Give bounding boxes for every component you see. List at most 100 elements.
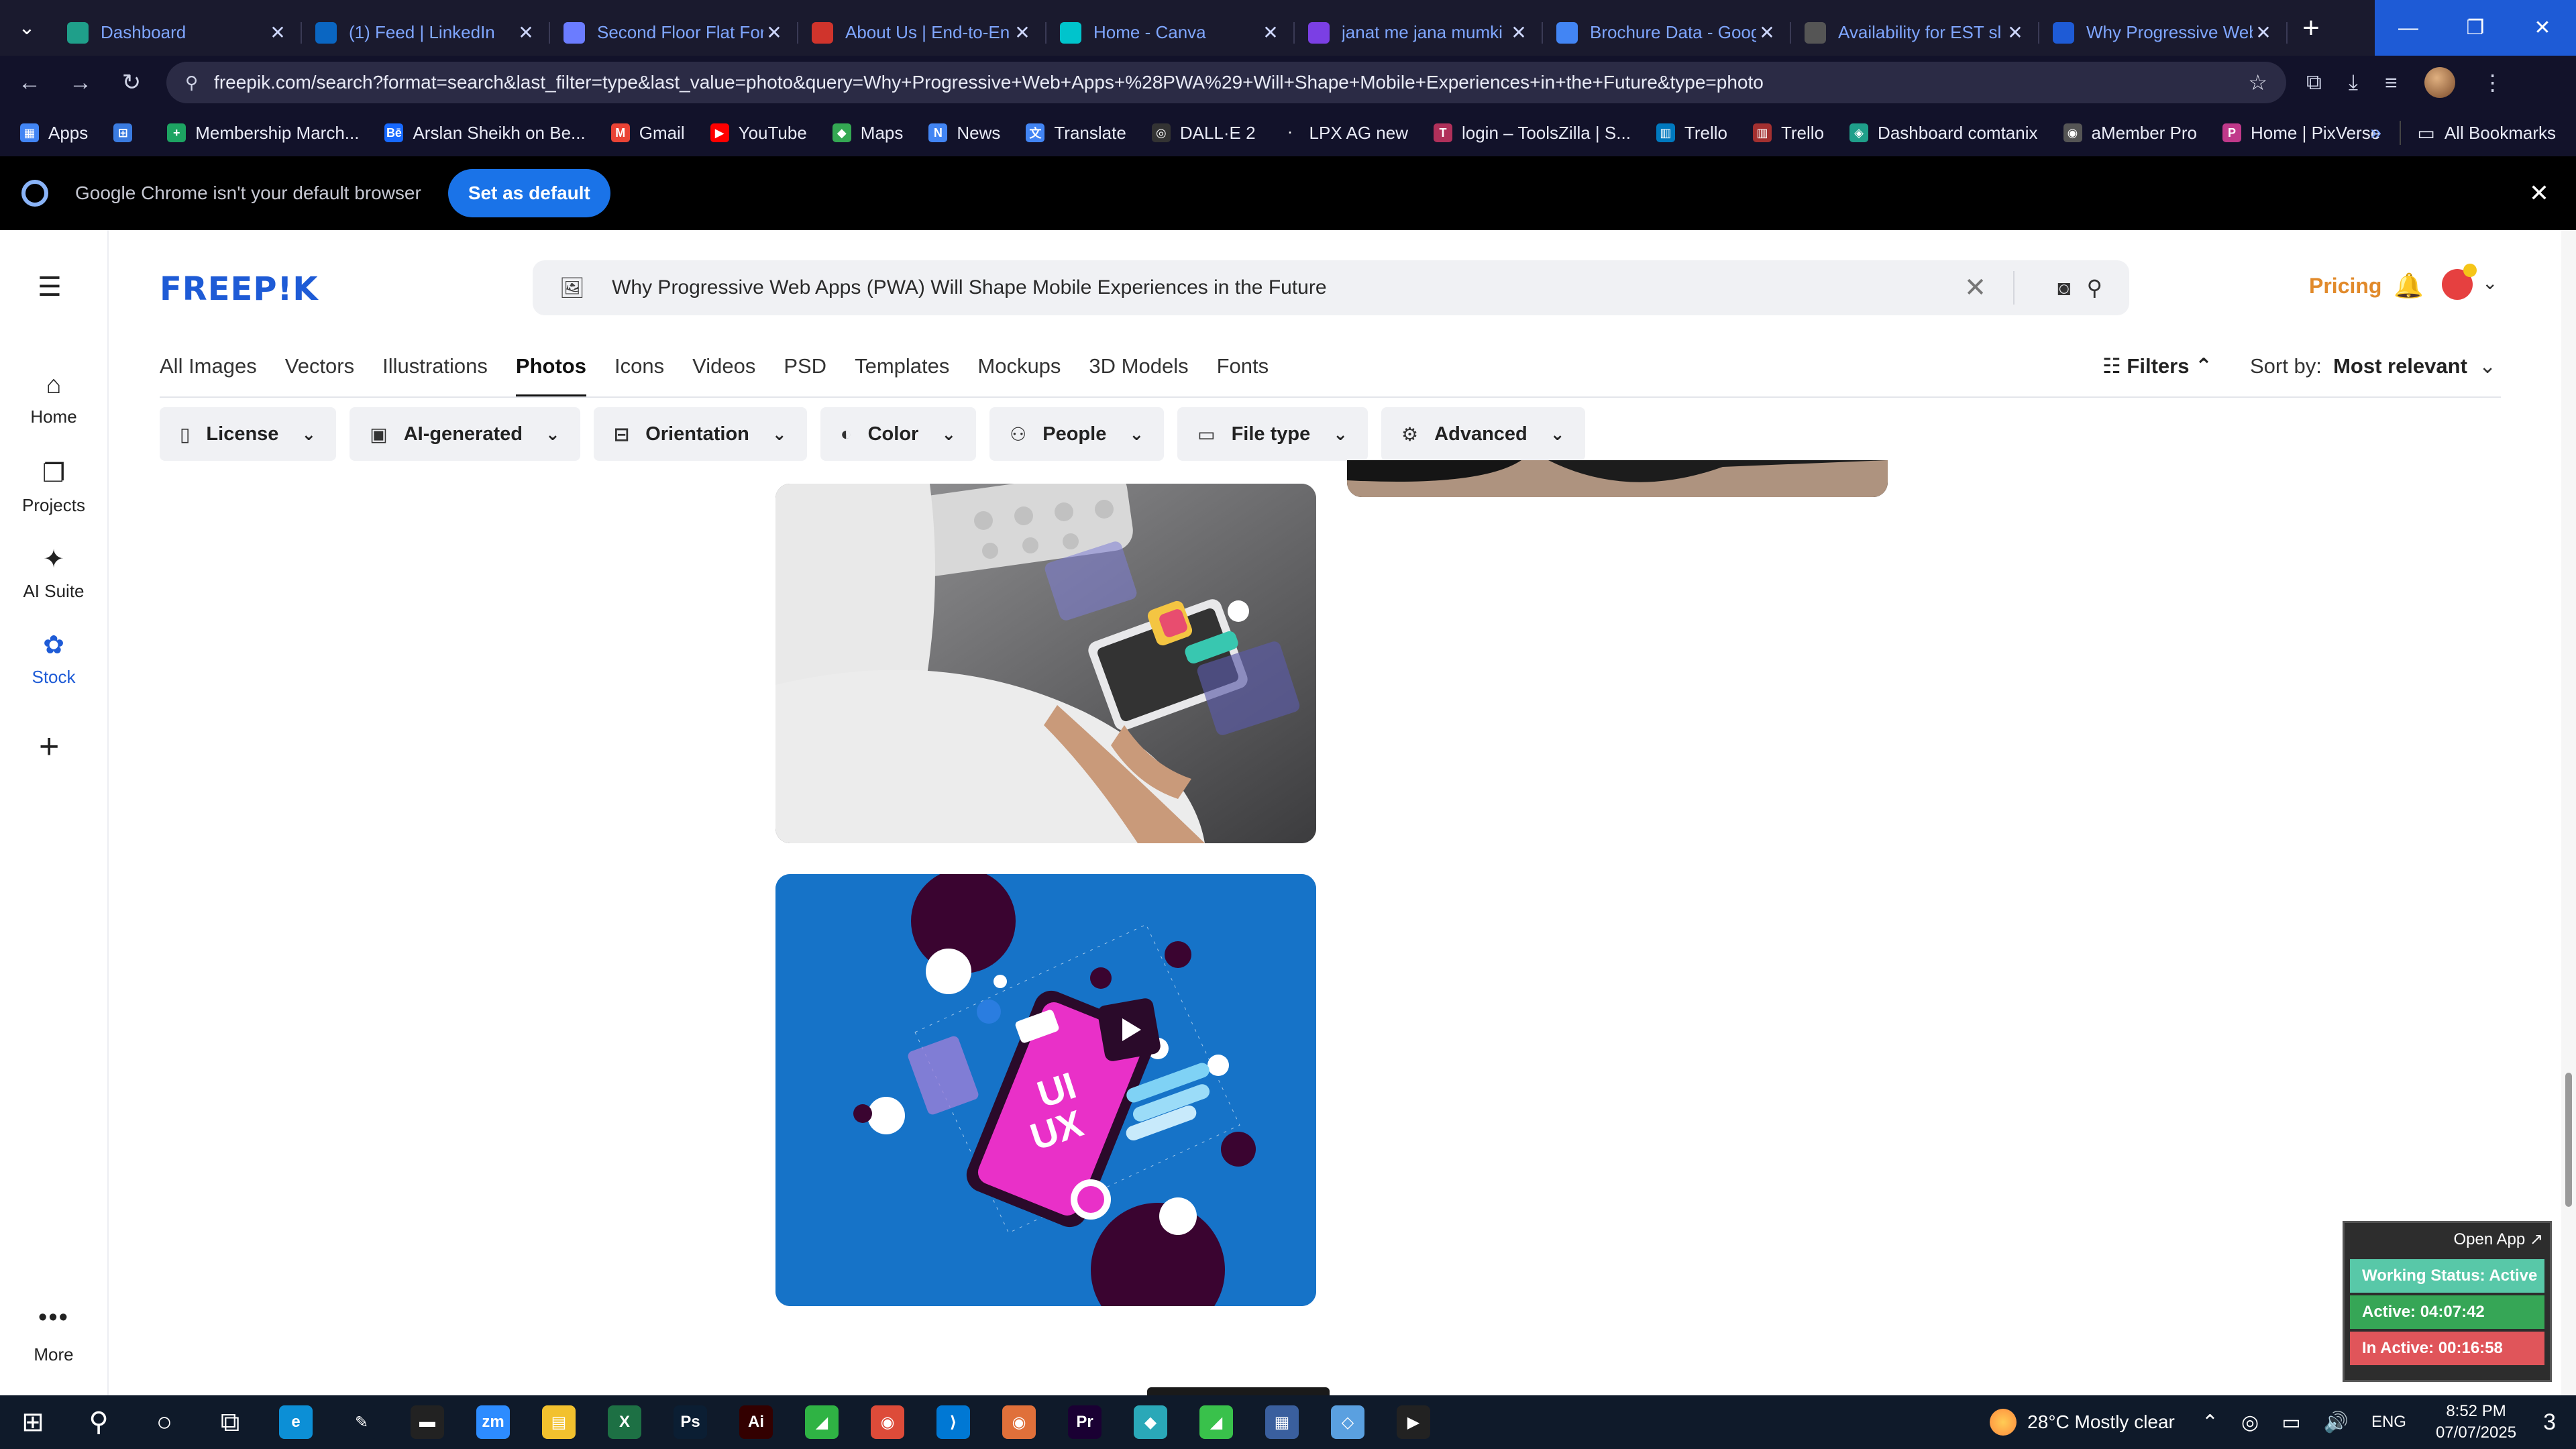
filter-file-type-dropdown[interactable]: ▭ File type ⌄	[1177, 407, 1368, 461]
tab-all-images[interactable]: All Images	[160, 354, 257, 398]
filter-advanced-dropdown[interactable]: ⚙ Advanced ⌄	[1381, 407, 1585, 461]
close-tab-icon[interactable]: ✕	[763, 21, 785, 44]
filter-people-dropdown[interactable]: ⚇ People ⌄	[989, 407, 1165, 461]
taskbar-app[interactable]: ◉	[986, 1395, 1052, 1449]
filters-button[interactable]: ☷ Filters ⌃	[2102, 354, 2212, 378]
tab-search-button[interactable]: ⌄	[0, 0, 54, 56]
taskbar-app[interactable]: ▦	[1249, 1395, 1315, 1449]
bookmark-item[interactable]: ◎ DALL·E 2	[1151, 123, 1256, 144]
hamburger-menu-icon[interactable]: ☰	[38, 272, 62, 303]
tab-photos[interactable]: Photos	[515, 354, 586, 398]
clock[interactable]: 8:52 PM 07/07/2025	[2436, 1401, 2516, 1444]
bookmark-star-icon[interactable]: ☆	[2248, 70, 2267, 95]
nav-item-projects[interactable]: ❐ Projects	[0, 458, 107, 516]
taskbar-app[interactable]: ✎	[329, 1395, 394, 1449]
tab-vectors[interactable]: Vectors	[285, 354, 354, 398]
restore-button[interactable]: ❐	[2442, 0, 2509, 56]
photo-result[interactable]: UI UX	[775, 874, 1316, 1306]
nav-item-home[interactable]: ⌂ Home	[0, 371, 107, 427]
tab-illustrations[interactable]: Illustrations	[382, 354, 488, 398]
bookmark-item[interactable]: ▦ Apps	[20, 123, 88, 144]
close-infobar-icon[interactable]: ✕	[2529, 179, 2549, 207]
user-avatar[interactable]	[2442, 264, 2477, 300]
taskbar-app[interactable]: X	[592, 1395, 657, 1449]
tab-mockups[interactable]: Mockups	[977, 354, 1061, 398]
browser-tab[interactable]: Dashboard ✕	[54, 11, 302, 54]
browser-tab[interactable]: Why Progressive Web ✕	[2039, 11, 2288, 54]
weather-widget[interactable]: 28°C Mostly clear	[1990, 1409, 2175, 1436]
browser-tab[interactable]: Availability for EST sl ✕	[1791, 11, 2039, 54]
chevron-up-icon[interactable]: ⌃	[2202, 1411, 2218, 1434]
filter-license-dropdown[interactable]: ▯ License ⌄	[160, 407, 337, 461]
new-tab-button[interactable]: +	[2288, 11, 2334, 45]
taskbar-app[interactable]: Pr	[1052, 1395, 1118, 1449]
open-app-link[interactable]: Open App ↗	[2345, 1223, 2550, 1256]
image-type-icon[interactable]: 🖼	[559, 276, 585, 300]
close-tab-icon[interactable]: ✕	[1756, 21, 1778, 44]
taskbar-app[interactable]: zm	[460, 1395, 526, 1449]
bookmark-item[interactable]: ◈ Dashboard comtanix	[1849, 123, 2038, 144]
search-button[interactable]: ⚲	[66, 1395, 131, 1449]
extensions-icon[interactable]: ⧉	[2306, 70, 2322, 95]
freepik-logo[interactable]: FREEP!K	[160, 270, 319, 308]
close-tab-icon[interactable]: ✕	[267, 21, 288, 44]
close-tab-icon[interactable]: ✕	[1508, 21, 1529, 44]
reload-button[interactable]: ↻	[110, 61, 153, 104]
browser-tab[interactable]: Second Floor Flat For ✕	[550, 11, 798, 54]
bookmark-item[interactable]: ▶ YouTube	[710, 123, 807, 144]
photo-result[interactable]	[775, 484, 1316, 843]
bookmark-item[interactable]: + Membership March...	[167, 123, 359, 144]
menu-kebab-icon[interactable]: ⋮	[2482, 70, 2504, 95]
close-tab-icon[interactable]: ✕	[515, 21, 537, 44]
close-tab-icon[interactable]: ✕	[2253, 21, 2274, 44]
volume-icon[interactable]: 🔊	[2324, 1411, 2349, 1434]
bookmark-item[interactable]: ▥ Trello	[1752, 123, 1824, 144]
browser-tab[interactable]: Home - Canva ✕	[1046, 11, 1295, 54]
close-tab-icon[interactable]: ✕	[2004, 21, 2026, 44]
cortana-button[interactable]: ○	[131, 1395, 197, 1449]
taskbar-app[interactable]: ◇	[1315, 1395, 1381, 1449]
filter-orientation-dropdown[interactable]: ⊟ Orientation ⌄	[593, 407, 807, 461]
tab-psd[interactable]: PSD	[784, 354, 826, 398]
profile-avatar[interactable]	[2424, 67, 2455, 98]
page-scrollbar[interactable]	[2561, 230, 2576, 1395]
filter-color-dropdown[interactable]: ◐ Color ⌄	[820, 407, 977, 461]
tab-fonts[interactable]: Fonts	[1217, 354, 1269, 398]
browser-tab[interactable]: (1) Feed | LinkedIn ✕	[302, 11, 550, 54]
network-icon[interactable]: ▭	[2282, 1411, 2300, 1434]
taskbar-app[interactable]: e	[263, 1395, 329, 1449]
bookmark-item[interactable]: P Home | PixVerse	[2222, 123, 2380, 144]
taskbar-app[interactable]: Ps	[657, 1395, 723, 1449]
taskbar-app[interactable]: ◆	[1118, 1395, 1183, 1449]
add-plus-icon[interactable]: +	[39, 727, 59, 767]
bookmark-item[interactable]: 文 Translate	[1026, 123, 1126, 144]
filter-ai-generated-dropdown[interactable]: ▣ AI-generated ⌄	[350, 407, 580, 461]
forward-button[interactable]: →	[59, 61, 102, 104]
tab-videos[interactable]: Videos	[692, 354, 755, 398]
search-input[interactable]: Why Progressive Web Apps (PWA) Will Shap…	[612, 276, 1964, 299]
bookmark-item[interactable]: ◉ aMember Pro	[2063, 123, 2197, 144]
chevron-down-icon[interactable]: ⌄	[2482, 272, 2498, 294]
taskbar-app[interactable]: ▬	[394, 1395, 460, 1449]
taskbar-app[interactable]: ◉	[855, 1395, 920, 1449]
bookmark-item[interactable]: ⊞	[113, 123, 142, 142]
scrollbar-thumb[interactable]	[2565, 1073, 2572, 1207]
nav-item-stock[interactable]: ✿ Stock	[0, 630, 107, 688]
browser-tab[interactable]: Brochure Data - Goog ✕	[1543, 11, 1791, 54]
download-icon[interactable]: ⤓	[2349, 70, 2358, 95]
taskbar-app[interactable]: ⟩	[920, 1395, 986, 1449]
site-info-icon[interactable]: ⚲	[185, 72, 198, 93]
more-bookmarks-icon[interactable]: »	[2370, 121, 2381, 144]
bookmark-item[interactable]: ◆ Maps	[832, 123, 903, 144]
taskbar-app[interactable]: ▶	[1381, 1395, 1446, 1449]
close-window-button[interactable]: ✕	[2509, 0, 2576, 56]
tab-icons[interactable]: Icons	[614, 354, 664, 398]
notifications-icon[interactable]: 3	[2543, 1409, 2556, 1436]
bookmark-item[interactable]: Tlogin – ToolsZilla | S...	[1433, 123, 1631, 144]
all-bookmarks-button[interactable]: ▭ All Bookmarks	[2400, 121, 2556, 145]
language-indicator[interactable]: ENG	[2371, 1413, 2406, 1432]
address-bar[interactable]: ⚲ freepik.com/search?format=search&last_…	[166, 62, 2286, 103]
tab-3d-models[interactable]: 3D Models	[1089, 354, 1188, 398]
media-control-icon[interactable]: ≡	[2385, 70, 2398, 95]
task-view-button[interactable]: ⧉	[197, 1395, 263, 1449]
